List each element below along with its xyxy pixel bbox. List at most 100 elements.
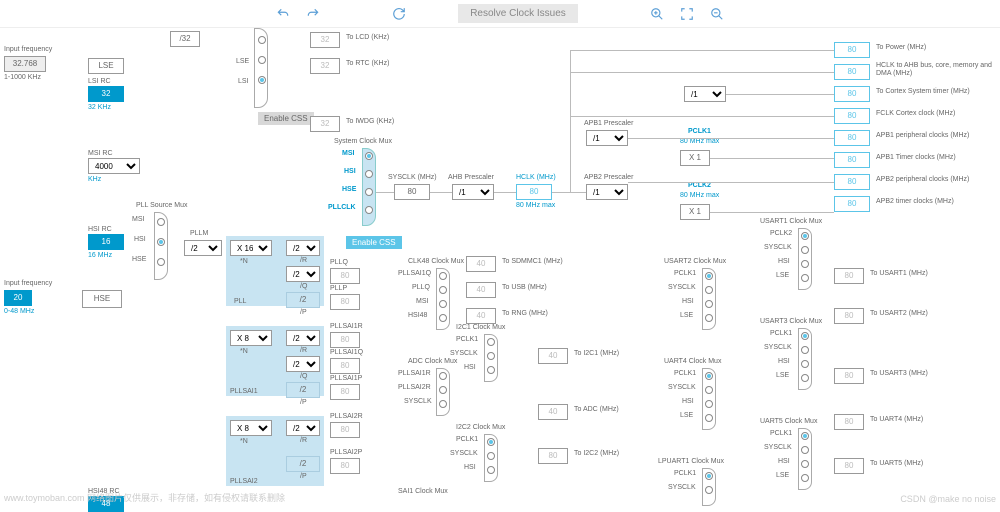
apb2p-label: APB2 peripheral clocks (MHz) bbox=[876, 176, 969, 183]
lpuart1-title: LPUART1 Clock Mux bbox=[658, 458, 724, 465]
cortex-label: To Cortex System timer (MHz) bbox=[876, 88, 970, 95]
hsi-rc-label: HSI RC bbox=[88, 226, 112, 233]
clk48-title: CLK48 Clock Mux bbox=[408, 258, 464, 265]
enable-css-sys[interactable]: Enable CSS bbox=[346, 236, 402, 249]
sai1-title: SAI1 Clock Mux bbox=[398, 488, 448, 495]
pll-n[interactable]: X 16 bbox=[230, 240, 272, 256]
apb2t-val: 80 bbox=[834, 196, 870, 212]
fclk-val: 80 bbox=[834, 108, 870, 124]
usart2-val: 80 bbox=[834, 308, 864, 324]
pllsai1-p: /2 bbox=[286, 382, 320, 398]
usart1-val: 80 bbox=[834, 268, 864, 284]
zoom-out-icon[interactable] bbox=[710, 7, 724, 21]
pllm-label: PLLM bbox=[190, 230, 208, 237]
apb2-label: APB2 Prescaler bbox=[584, 174, 633, 181]
fit-icon[interactable] bbox=[680, 7, 694, 21]
pllsai1-q[interactable]: /2 bbox=[286, 356, 320, 372]
rtc-mux-opt3[interactable] bbox=[258, 76, 266, 84]
msi-select[interactable]: 4000 bbox=[88, 158, 140, 174]
lcd-label: To LCD (KHz) bbox=[346, 34, 389, 41]
adc-title: ADC Clock Mux bbox=[408, 358, 457, 365]
apb1t-val: 80 bbox=[834, 152, 870, 168]
zoom-in-icon[interactable] bbox=[650, 7, 664, 21]
i2c2-val: 80 bbox=[538, 448, 568, 464]
sysmux-pllclk[interactable] bbox=[365, 206, 373, 214]
power-val: 80 bbox=[834, 42, 870, 58]
usb-val: 40 bbox=[466, 282, 496, 298]
pll-src-title: PLL Source Mux bbox=[136, 202, 188, 209]
pllsai1-n[interactable]: X 8 bbox=[230, 330, 272, 346]
toolbar: Resolve Clock Issues bbox=[0, 0, 1000, 28]
lsi-unit: 32 KHz bbox=[88, 104, 111, 111]
uart5-title: UART5 Clock Mux bbox=[760, 418, 817, 425]
lcd-value: 32 bbox=[310, 32, 340, 48]
input-freq2-range: 0-48 MHz bbox=[4, 308, 34, 315]
sysclk-value[interactable]: 80 bbox=[394, 184, 430, 200]
pll-r[interactable]: /2 bbox=[286, 240, 320, 256]
redo-icon[interactable] bbox=[306, 7, 320, 21]
usart2-title: USART2 Clock Mux bbox=[664, 258, 726, 265]
pllsrc-msi[interactable] bbox=[157, 218, 165, 226]
ahb-label: AHB Prescaler bbox=[448, 174, 494, 181]
hclk-value[interactable]: 80 bbox=[516, 184, 552, 200]
enable-css-rtc[interactable]: Enable CSS bbox=[258, 112, 314, 125]
i2c1-val: 40 bbox=[538, 348, 568, 364]
sysmux-hse[interactable] bbox=[365, 188, 373, 196]
uart4-title: UART4 Clock Mux bbox=[664, 358, 721, 365]
input-freq-label: Input frequency bbox=[4, 46, 52, 53]
iwdg-value: 32 bbox=[310, 116, 340, 132]
apb2p-val: 80 bbox=[834, 174, 870, 190]
ahb-prescaler[interactable]: /1 bbox=[452, 184, 494, 200]
lsi-rc-label: LSI RC bbox=[88, 78, 111, 85]
resolve-clock-button[interactable]: Resolve Clock Issues bbox=[458, 4, 578, 23]
pllsai1-r[interactable]: /2 bbox=[286, 330, 320, 346]
hsi-unit: 16 MHz bbox=[88, 252, 112, 259]
apb1p-val: 80 bbox=[834, 130, 870, 146]
uart5-val: 80 bbox=[834, 458, 864, 474]
adc-val: 40 bbox=[538, 404, 568, 420]
pllsai2-n[interactable]: X 8 bbox=[230, 420, 272, 436]
uart4-val: 80 bbox=[834, 414, 864, 430]
msi-unit: KHz bbox=[88, 176, 101, 183]
rtc-mux-opt2[interactable] bbox=[258, 56, 266, 64]
apb1-label: APB1 Prescaler bbox=[584, 120, 633, 127]
sdmmc-val: 40 bbox=[466, 256, 496, 272]
refresh-icon[interactable] bbox=[392, 7, 406, 21]
ahb-out-label: HCLK to AHB bus, core, memory and DMA (M… bbox=[876, 62, 996, 78]
rtc-value: 32 bbox=[310, 58, 340, 74]
input-freq-range: 1-1000 KHz bbox=[4, 74, 41, 81]
watermark-right: CSDN @make no noise bbox=[900, 494, 996, 504]
rtc-label: To RTC (KHz) bbox=[346, 60, 389, 67]
hse-block: HSE bbox=[82, 290, 122, 308]
pllsai1q-val: 80 bbox=[330, 358, 360, 374]
pllp-val: 80 bbox=[330, 294, 360, 310]
pllsai2-r[interactable]: /2 bbox=[286, 420, 320, 436]
lse-block: LSE bbox=[88, 58, 124, 74]
lsi-value: 32 bbox=[88, 86, 124, 102]
sysmux-msi[interactable] bbox=[365, 152, 373, 160]
sysmux-hsi[interactable] bbox=[365, 170, 373, 178]
sysmux-title: System Clock Mux bbox=[334, 138, 392, 145]
input-freq2-value[interactable]: 20 bbox=[4, 290, 32, 306]
pllsrc-hse[interactable] bbox=[157, 258, 165, 266]
hclk-max: 80 MHz max bbox=[516, 202, 555, 209]
power-label: To Power (MHz) bbox=[876, 44, 926, 51]
fclk-label: FCLK Cortex clock (MHz) bbox=[876, 110, 955, 117]
pllsai1p-val: 80 bbox=[330, 384, 360, 400]
undo-icon[interactable] bbox=[276, 7, 290, 21]
pll-q[interactable]: /2 bbox=[286, 266, 320, 282]
iwdg-label: To IWDG (KHz) bbox=[346, 118, 394, 125]
apb2-prescaler[interactable]: /1 bbox=[586, 184, 628, 200]
usart3-title: USART3 Clock Mux bbox=[760, 318, 822, 325]
apb1-prescaler[interactable]: /1 bbox=[586, 130, 628, 146]
rtc-mux-opt1[interactable] bbox=[258, 36, 266, 44]
apb2-x1: X 1 bbox=[680, 204, 710, 220]
pllm-select[interactable]: /2 bbox=[184, 240, 222, 256]
cortex-div[interactable]: /1 bbox=[684, 86, 726, 102]
clock-canvas: Input frequency 32.768 1-1000 KHz Input … bbox=[0, 28, 1000, 508]
i2c2-title: I2C2 Clock Mux bbox=[456, 424, 505, 431]
input-freq-value[interactable]: 32.768 bbox=[4, 56, 46, 72]
pllsrc-hsi[interactable] bbox=[157, 238, 165, 246]
pllq-val: 80 bbox=[330, 268, 360, 284]
hsi-value: 16 bbox=[88, 234, 124, 250]
